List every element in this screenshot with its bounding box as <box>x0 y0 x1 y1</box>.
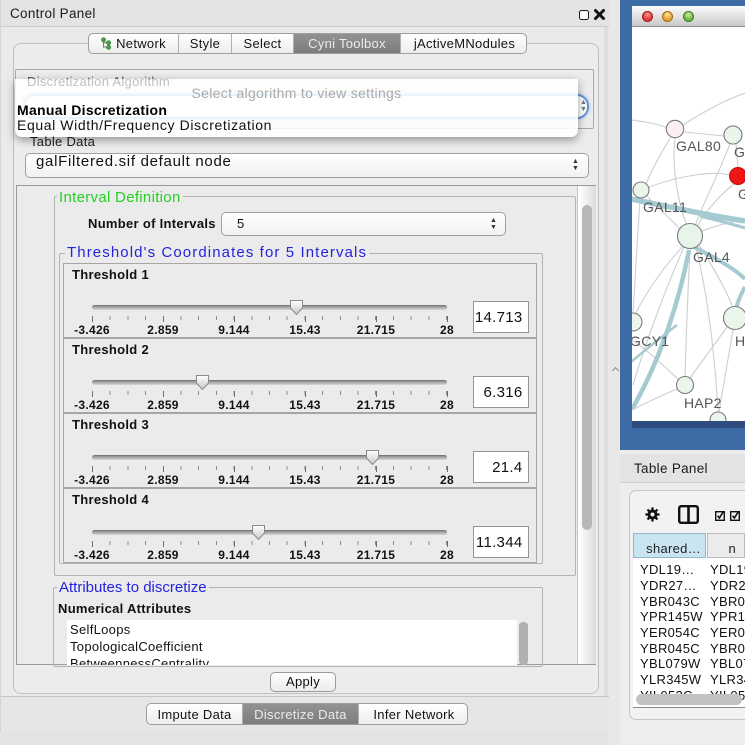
svg-text:HAP2: HAP2 <box>684 395 722 411</box>
svg-text:GAL11: GAL11 <box>643 199 687 215</box>
svg-text:G: G <box>738 186 745 202</box>
svg-text:GAL4: GAL4 <box>693 249 730 265</box>
svg-text:GA: GA <box>734 144 745 160</box>
svg-text:GCY1: GCY1 <box>632 333 669 349</box>
svg-text:H: H <box>735 333 745 349</box>
svg-text:GAL80: GAL80 <box>676 138 721 154</box>
